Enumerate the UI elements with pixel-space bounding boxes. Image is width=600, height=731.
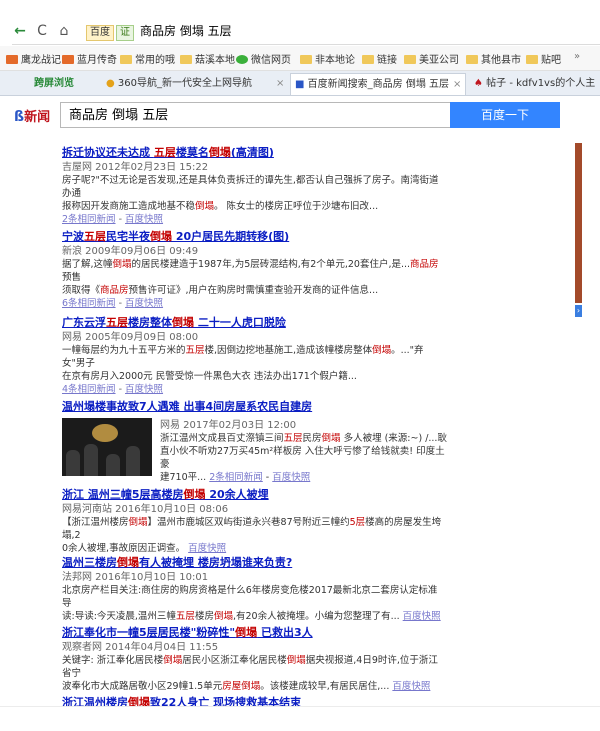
result-snippet: 关键字: 浙江奉化居民楼倒塌居民小区浙江奉化居民楼倒塌据央视报道,4日9时许,位… — [62, 655, 438, 692]
result-item: 浙江 温州三幢5层高楼房倒塌 20余人被埋 网易河南站 2016年10月10日 … — [62, 488, 442, 555]
url-text: 商品房 倒塌 五层 — [140, 24, 232, 38]
result-item: 温州塌楼事故致7人遇难 出事4间房屋系农民自建房 网易 2017年02月03日 … — [62, 400, 447, 483]
cache-link[interactable]: 百度快照 — [403, 611, 441, 622]
result-thumbnail[interactable] — [62, 418, 152, 476]
cache-link[interactable]: 百度快照 — [272, 472, 310, 483]
bookmark-item[interactable]: 菇溪本地 — [180, 51, 235, 66]
search-button[interactable]: 百度一下 — [450, 102, 560, 128]
result-links: 4条相同新闻 - 百度快照 — [62, 384, 164, 395]
home-icon[interactable]: ⌂ — [56, 23, 72, 39]
result-title[interactable]: 拆迁协议还未达成 五层楼莫名倒塌(高清图) — [62, 146, 442, 160]
news-logo[interactable]: ß新闻 — [14, 106, 50, 125]
search-input[interactable]: 商品房 倒塌 五层 — [60, 102, 450, 128]
cache-link[interactable]: 百度快照 — [125, 384, 163, 395]
cache-link[interactable]: 百度快照 — [125, 214, 163, 225]
same-news-link[interactable]: 6条相同新闻 — [62, 298, 116, 309]
result-item: 广东云浮五层楼房整体倒塌 二十一人虎口脱险 网易 2005年09月09日 08:… — [62, 316, 442, 396]
result-source: 吉屋网 2012年02月23日 15:22 — [62, 162, 209, 173]
tab-360-nav[interactable]: ● 360导航_新一代安全上网导航 × — [102, 73, 296, 94]
bookmark-item[interactable]: 贴吧 — [526, 51, 561, 66]
search-row: ß新闻 商品房 倒塌 五层 百度一下 — [0, 96, 600, 136]
result-title[interactable]: 温州塌楼事故致7人遇难 出事4间房屋系农民自建房 — [62, 400, 442, 414]
bookmark-item[interactable]: 微信网页 — [236, 51, 291, 66]
result-body: 网易 2017年02月03日 12:00 浙江温州文成县百丈漈镇三间五层民房倒塌… — [160, 418, 450, 484]
cache-link[interactable]: 百度快照 — [392, 681, 430, 692]
result-snippet: 房子呢?"不过无论是否发现,还是具体负责拆迁的谭先生,都否认自己强拆了房子。南湾… — [62, 175, 439, 212]
tab-bar: 跨屏浏览 ● 360导航_新一代安全上网导航 × ■ 百度新闻搜索_商品房 倒塌 … — [0, 71, 600, 96]
result-snippet: 北京房产栏目关注:商住房的购房资格是什么6年楼房变危楼2017最新北京二套房认定… — [62, 585, 441, 622]
bookmark-item[interactable]: 链接 — [362, 51, 397, 66]
result-links: 2条相同新闻 - 百度快照 — [62, 214, 164, 225]
cache-link[interactable]: 百度快照 — [125, 298, 163, 309]
page-bottom — [0, 706, 600, 731]
bookmark-item[interactable]: 非本地论 — [300, 51, 355, 66]
result-item: 温州三楼房倒塌有人被掩埋 楼房坍塌谁来负责? 法邦网 2016年10月10日 1… — [62, 556, 442, 623]
tab-post[interactable]: ♠ 帖子 - kdfv1vs的个人主 — [470, 73, 600, 94]
same-news-link[interactable]: 2条相同新闻 — [209, 472, 263, 483]
result-snippet: 一幢每层约为九十五平方米的五层楼,因倒边挖地基施工,造成该幢楼房整体倒塌。...… — [62, 345, 424, 382]
result-source: 新浪 2009年09月06日 09:49 — [62, 246, 199, 257]
result-source: 网易河南站 2016年10月10日 08:06 — [62, 504, 229, 515]
result-source: 网易 2017年02月03日 12:00 — [160, 420, 297, 431]
bookmark-item[interactable]: 美亚公司 — [404, 51, 459, 66]
result-title[interactable]: 广东云浮五层楼房整体倒塌 二十一人虎口脱险 — [62, 316, 442, 330]
address-bar: ← C ⌂ 百度证商品房 倒塌 五层 — [12, 20, 600, 45]
tab-baidu-news[interactable]: ■ 百度新闻搜索_商品房 倒塌 五层 × — [290, 73, 466, 95]
result-title[interactable]: 宁波五层民宅半夜倒塌 20户居民先期转移(图) — [62, 230, 442, 244]
same-news-link[interactable]: 4条相同新闻 — [62, 384, 116, 395]
result-item: 拆迁协议还未达成 五层楼莫名倒塌(高清图) 吉屋网 2012年02月23日 15… — [62, 146, 442, 226]
bookmarks-bar: 鹰龙战记 蓝月传奇 常用的哦 菇溪本地 微信网页 非本地论 链接 美亚公司 其他… — [0, 46, 600, 71]
browser-window: ← C ⌂ 百度证商品房 倒塌 五层 鹰龙战记 蓝月传奇 常用的哦 菇溪本地 微… — [0, 0, 600, 731]
result-title[interactable]: 浙江 温州三幢5层高楼房倒塌 20余人被埋 — [62, 488, 442, 502]
result-source: 观察者网 2014年04月04日 11:55 — [62, 642, 219, 653]
result-snippet: 浙江温州文成县百丈漈镇三间五层民房倒塌 多人被埋 (来源:~) /...耿 直小伙… — [160, 433, 447, 483]
result-snippet: 据了解,这幢倒塌的居民楼建造于1987年,为5层砖混结构,有2个单元,20套住户… — [62, 259, 439, 296]
result-title[interactable]: 浙江奉化市一幢5层居民楼"粉碎性"倒塌 已救出3人 — [62, 626, 442, 640]
site-badge: 百度 — [86, 25, 114, 41]
side-ad-image[interactable] — [575, 143, 582, 303]
bookmark-item[interactable]: 其他县市 — [466, 51, 521, 66]
result-item: 浙江奉化市一幢5层居民楼"粉碎性"倒塌 已救出3人 观察者网 2014年04月0… — [62, 626, 442, 693]
side-arrow-icon[interactable]: › — [575, 305, 582, 317]
refresh-icon[interactable]: C — [34, 23, 50, 39]
cert-badge: 证 — [116, 25, 134, 41]
result-snippet: 【浙江温州楼房倒塌】温州市鹿城区双屿街道永兴巷87号附近三幢约5层楼高的房屋发生… — [62, 517, 442, 554]
bookmark-item[interactable]: 鹰龙战记 — [6, 51, 61, 66]
bookmarks-overflow-icon[interactable]: » — [574, 51, 580, 62]
same-news-link[interactable]: 2条相同新闻 — [62, 214, 116, 225]
back-icon[interactable]: ← — [12, 23, 28, 39]
tab-cross-screen[interactable]: 跨屏浏览 — [30, 73, 104, 94]
result-links: 6条相同新闻 - 百度快照 — [62, 298, 164, 309]
result-title[interactable]: 温州三楼房倒塌有人被掩埋 楼房坍塌谁来负责? — [62, 556, 442, 570]
bookmark-item[interactable]: 常用的哦 — [120, 51, 175, 66]
result-source: 网易 2005年09月09日 08:00 — [62, 332, 199, 343]
cache-link[interactable]: 百度快照 — [188, 543, 226, 554]
url-input[interactable]: 百度证商品房 倒塌 五层 — [86, 22, 596, 41]
baidu-paw-icon: ß — [14, 109, 25, 125]
bookmark-item[interactable]: 蓝月传奇 — [62, 51, 117, 66]
result-item: 宁波五层民宅半夜倒塌 20户居民先期转移(图) 新浪 2009年09月06日 0… — [62, 230, 442, 310]
result-source: 法邦网 2016年10月10日 10:01 — [62, 572, 209, 583]
